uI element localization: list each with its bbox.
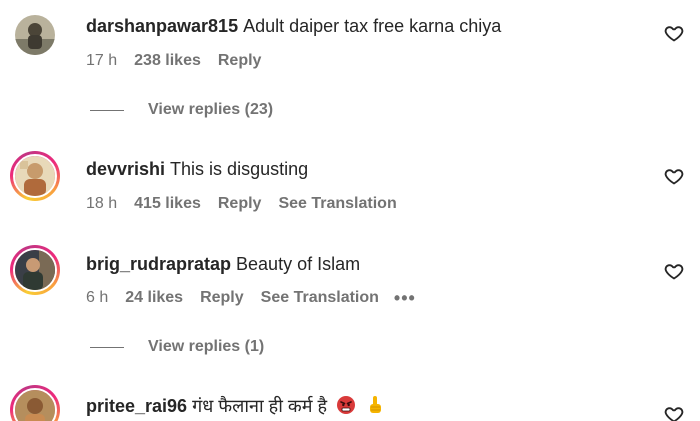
comment-likes[interactable]: 24 likes	[125, 288, 183, 308]
view-replies-button[interactable]: View replies (1)	[90, 338, 264, 356]
heart-outline-icon[interactable]	[664, 404, 684, 421]
see-translation-button[interactable]: See Translation	[278, 194, 396, 214]
comment-username[interactable]: devvrishi	[86, 159, 165, 179]
reply-button[interactable]: Reply	[218, 51, 262, 71]
comment-likes[interactable]: 415 likes	[134, 194, 201, 214]
view-replies-button[interactable]: View replies (23)	[90, 101, 273, 119]
heart-outline-icon[interactable]	[664, 261, 684, 281]
heart-outline-icon[interactable]	[664, 166, 684, 186]
comment-text: गंध फैलाना ही कर्म है	[192, 396, 328, 416]
avatar-photo-icon	[13, 13, 57, 57]
avatar[interactable]	[10, 245, 60, 295]
avatar[interactable]	[10, 385, 60, 421]
pointing-up-emoji	[370, 396, 382, 413]
angry-face-emoji	[337, 396, 356, 414]
replies-divider	[90, 109, 124, 111]
avatar-photo-icon	[13, 388, 57, 421]
comment-line: darshanpawar815 Adult daiper tax free kar…	[86, 15, 501, 37]
comment-text: Adult daiper tax free karna chiya	[243, 16, 502, 36]
comment-time[interactable]: 18 h	[86, 194, 117, 214]
comment-meta: 17 h 238 likes Reply	[86, 51, 278, 71]
more-options-icon[interactable]: •••	[394, 288, 416, 308]
comment-time[interactable]: 6 h	[86, 288, 108, 308]
see-translation-button[interactable]: See Translation	[261, 288, 379, 308]
replies-divider	[90, 346, 124, 348]
comment-likes[interactable]: 238 likes	[134, 51, 201, 71]
comment-text: Beauty of Islam	[236, 254, 361, 274]
comment-username[interactable]: brig_rudrapratap	[86, 254, 231, 274]
avatar-photo-icon	[13, 154, 57, 198]
comment-line: devvrishi This is disgusting	[86, 158, 308, 180]
avatar-photo-icon	[13, 248, 57, 292]
reply-button[interactable]: Reply	[218, 194, 262, 214]
avatar[interactable]	[10, 10, 60, 60]
comment-meta: 18 h 415 likes Reply See Translation	[86, 194, 414, 214]
comment-line: pritee_rai96 गंध फैलाना ही कर्म है	[86, 395, 385, 417]
comment-line: brig_rudrapratap Beauty of Islam	[86, 253, 360, 275]
comment-username[interactable]: pritee_rai96	[86, 396, 187, 416]
comment-list: darshanpawar815 Adult daiper tax free kar…	[0, 0, 700, 421]
comment-time[interactable]: 17 h	[86, 51, 117, 71]
view-replies-label: View replies (1)	[148, 338, 265, 355]
view-replies-label: View replies (23)	[148, 101, 274, 118]
heart-outline-icon[interactable]	[664, 23, 684, 43]
comment-username[interactable]: darshanpawar815	[86, 16, 238, 36]
reply-button[interactable]: Reply	[200, 288, 244, 308]
comment-meta: 6 h 24 likes Reply See Translation •••	[86, 288, 416, 308]
comment-text: This is disgusting	[170, 159, 309, 179]
avatar[interactable]	[10, 151, 60, 201]
